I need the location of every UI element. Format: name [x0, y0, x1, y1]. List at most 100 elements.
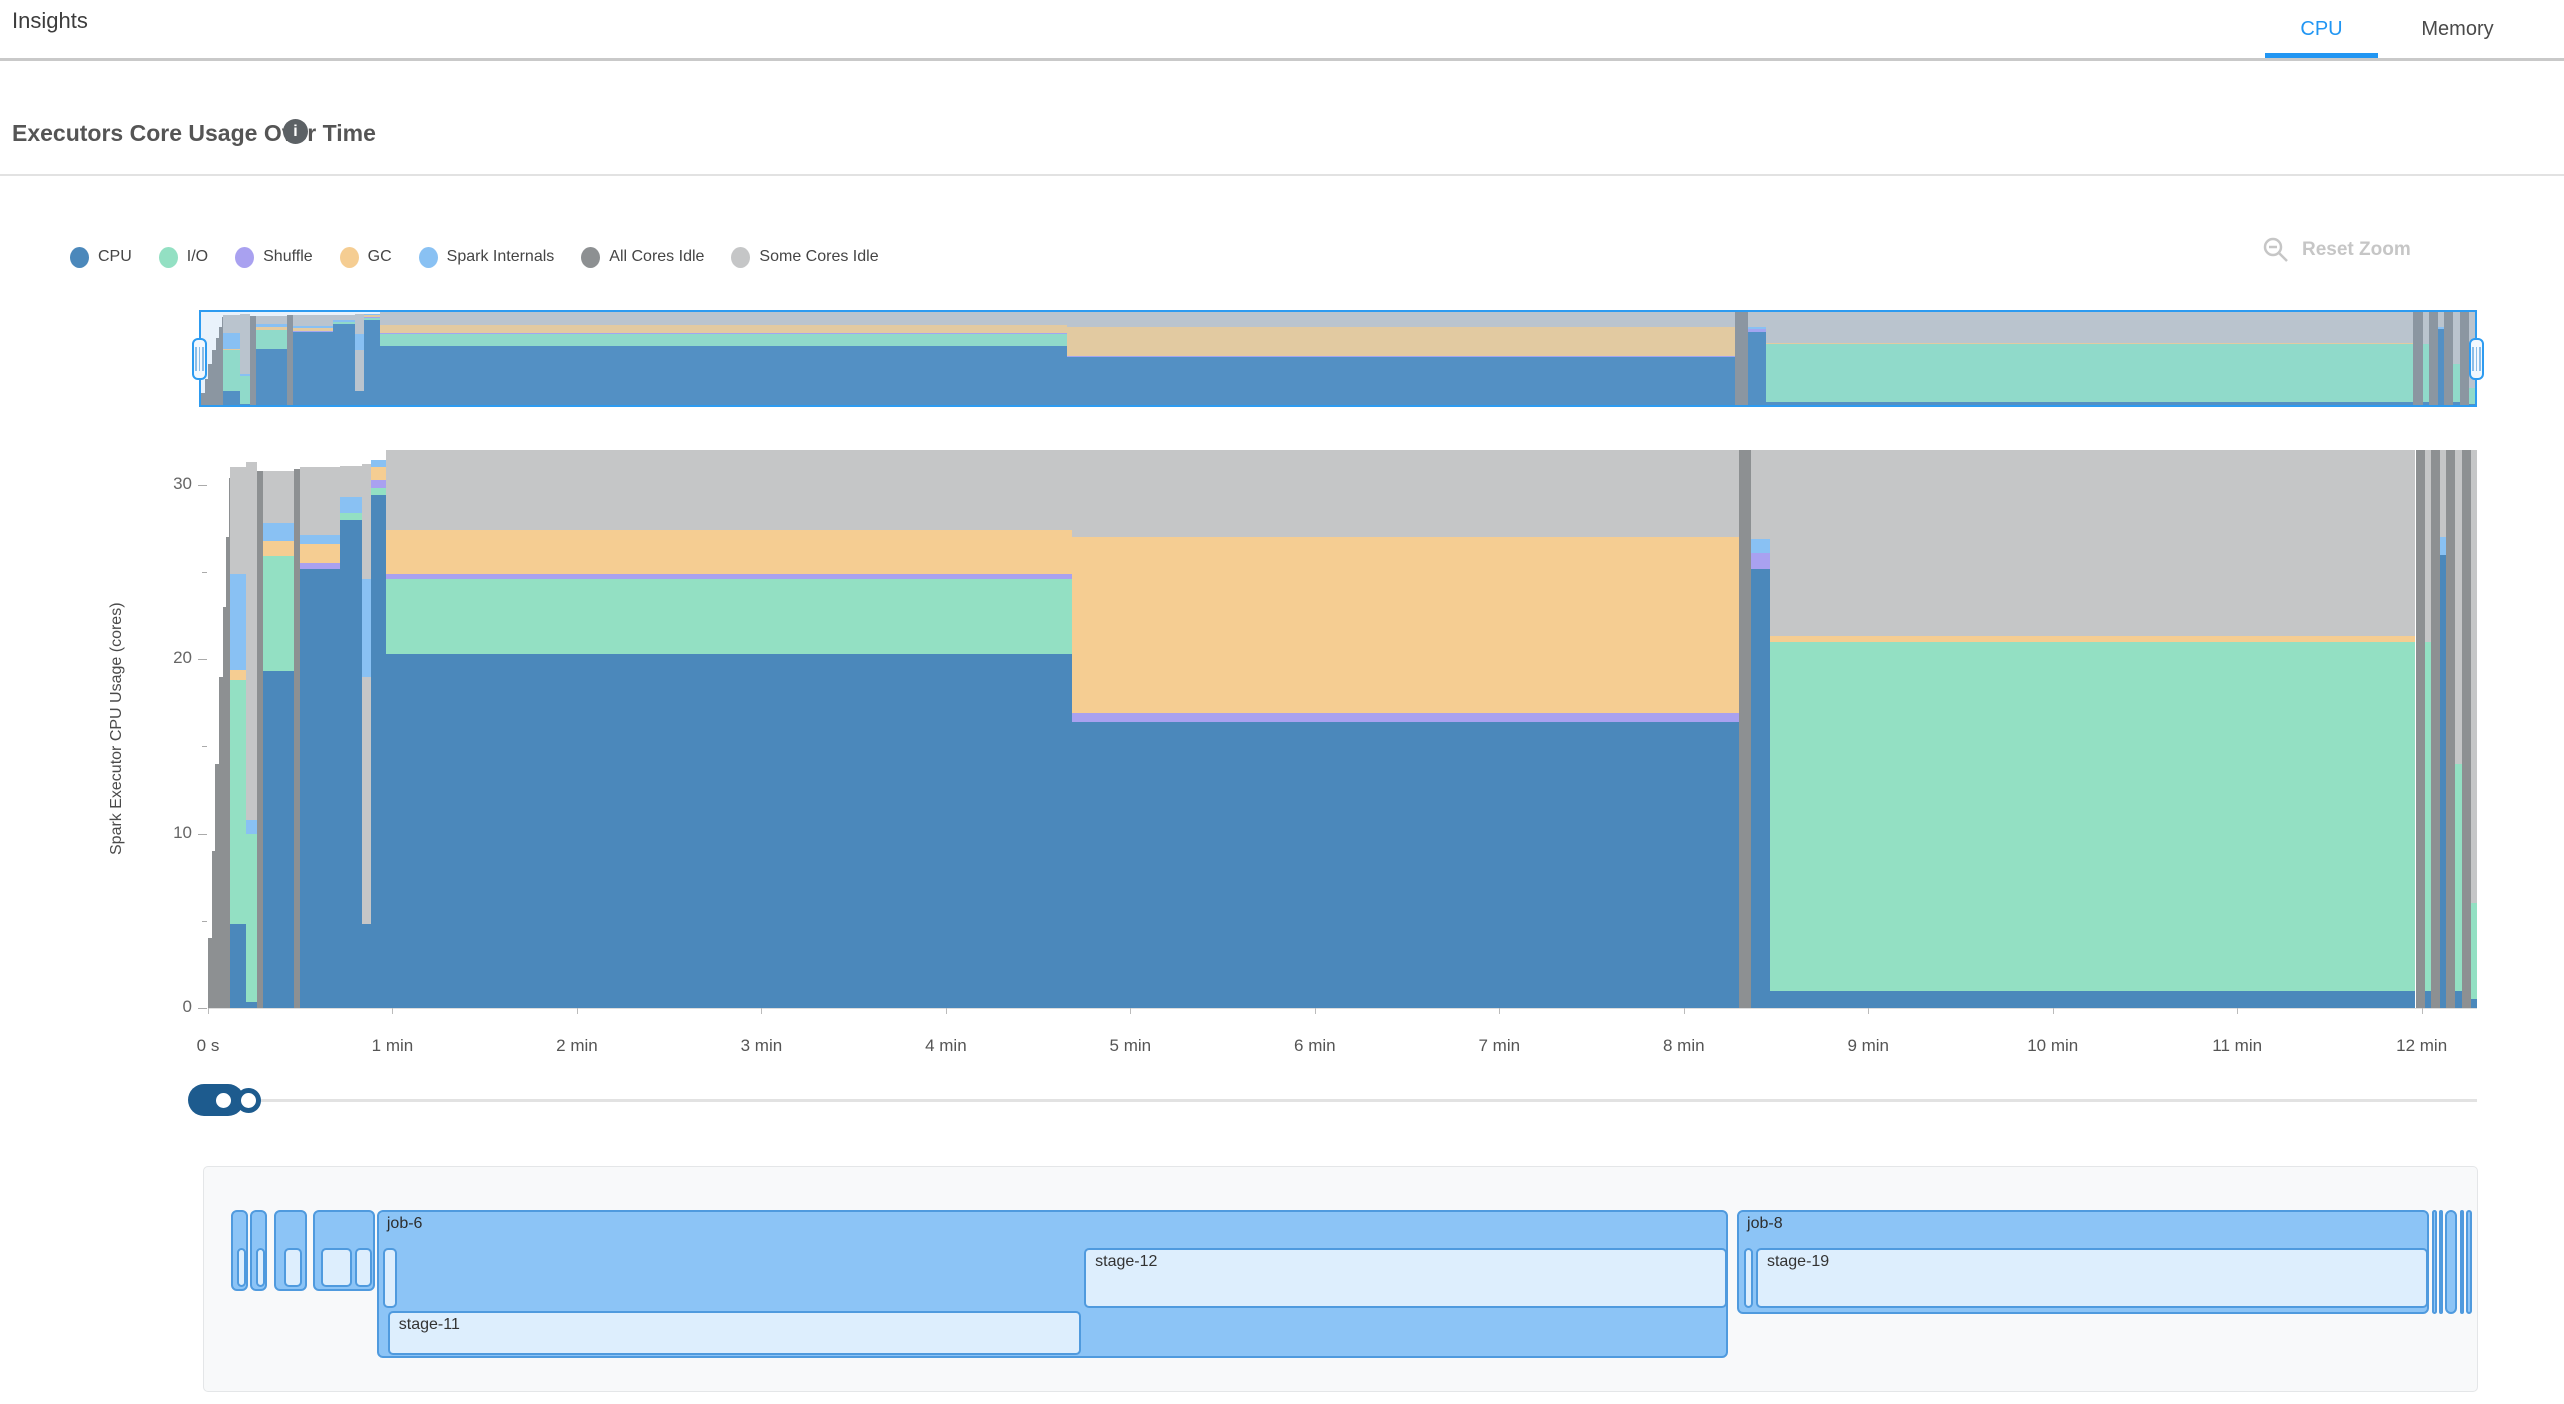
chart-segment-all_idle [2446, 450, 2455, 1008]
x-tick-mark [1684, 1008, 1685, 1014]
chart-segment-all_idle [2416, 450, 2425, 1008]
brush-selection[interactable] [201, 312, 2475, 405]
page: Insights CPU Memory Executors Core Usage… [0, 0, 2564, 1404]
x-tick-label: 10 min [2027, 1036, 2078, 1056]
x-tick-label: 6 min [1294, 1036, 1336, 1056]
stage-bar[interactable] [1744, 1248, 1753, 1308]
reset-zoom-button[interactable]: Reset Zoom [2262, 236, 2411, 264]
zoom-out-icon [2262, 236, 2290, 264]
chart-segment-all_idle [1739, 450, 1751, 1008]
x-tick-label: 8 min [1663, 1036, 1705, 1056]
stage-bar[interactable] [383, 1248, 397, 1308]
chart-segment-io [1770, 642, 2416, 991]
y-tick-label: 30 [152, 474, 192, 494]
time-slider-track[interactable] [208, 1099, 2477, 1102]
y-axis-title: Spark Executor CPU Usage (cores) [104, 450, 130, 1008]
job-bar[interactable] [2432, 1210, 2437, 1314]
job-bar[interactable] [2466, 1210, 2472, 1314]
stage-bar[interactable] [284, 1248, 302, 1287]
legend-item-all_idle[interactable]: All Cores Idle [581, 247, 704, 268]
legend-item-shuffle[interactable]: Shuffle [235, 247, 313, 268]
stage-label: stage-12 [1095, 1253, 1157, 1271]
stage-bar[interactable] [237, 1248, 246, 1287]
y-tick-mark [198, 659, 207, 660]
chart-segment-some_idle [1770, 450, 2416, 636]
legend-label-io: I/O [187, 248, 208, 266]
y-tick-label: 20 [152, 648, 192, 668]
brush-handle-left[interactable] [192, 338, 207, 380]
x-tick-label: 0 s [197, 1036, 220, 1056]
y-minor-tick-mark [202, 921, 207, 922]
stage-bar[interactable] [355, 1248, 372, 1287]
x-tick-label: 7 min [1479, 1036, 1521, 1056]
job-bar[interactable] [2460, 1210, 2464, 1314]
chart-segment-io [340, 513, 362, 520]
cpu-usage-chart[interactable] [208, 450, 2477, 1008]
job-bar[interactable] [313, 1210, 375, 1291]
brush-handle-right[interactable] [2469, 338, 2484, 380]
legend-dot-internals [419, 247, 438, 268]
info-icon[interactable]: i [283, 119, 308, 144]
x-tick-mark [208, 1008, 209, 1014]
chart-segment-shuffle [1751, 553, 1769, 569]
stage-label: stage-11 [399, 1316, 460, 1334]
job-bar[interactable] [2445, 1210, 2457, 1314]
legend-dot-some_idle [731, 247, 750, 268]
chart-segment-io [371, 488, 386, 495]
overview-brush-chart[interactable] [199, 310, 2477, 407]
chart-segment-shuffle [371, 480, 386, 489]
y-tick-label: 0 [152, 997, 192, 1017]
x-tick-mark [392, 1008, 393, 1014]
legend-item-io[interactable]: I/O [159, 247, 208, 268]
tab-memory[interactable]: Memory [2390, 12, 2525, 46]
chart-segment-some_idle [362, 464, 371, 579]
legend-dot-all_idle [581, 247, 600, 268]
chart-segment-internals [263, 523, 294, 540]
chart-segment-gc [371, 467, 386, 479]
chart-segment-shuffle [1072, 713, 1739, 722]
chart-segment-some_idle [386, 450, 1072, 530]
legend-item-internals[interactable]: Spark Internals [419, 247, 555, 268]
stage-bar-stage-19[interactable]: stage-19 [1756, 1248, 2428, 1308]
job-bar-job-8[interactable]: job-8 stage-19 [1737, 1210, 2429, 1314]
stage-bar-stage-11[interactable]: stage-11 [388, 1311, 1081, 1355]
y-minor-tick-mark [202, 746, 207, 747]
legend-item-some_idle[interactable]: Some Cores Idle [731, 247, 878, 268]
chart-segment-gc [1770, 636, 2416, 642]
chart-segment-cpu [371, 495, 386, 1008]
chart-segment-gc [386, 530, 1072, 574]
chart-segment-cpu [340, 520, 362, 1008]
section-title: Executors Core Usage Over Time [12, 120, 376, 147]
x-tick-mark [2422, 1008, 2423, 1014]
y-tick-mark [198, 485, 207, 486]
legend-label-internals: Spark Internals [447, 248, 555, 266]
chart-segment-cpu [1770, 991, 2416, 1008]
stage-bar-stage-12[interactable]: stage-12 [1084, 1248, 1727, 1308]
legend-dot-io [159, 247, 178, 268]
legend-item-cpu[interactable]: CPU [70, 247, 132, 268]
job-label: job-8 [1747, 1215, 1783, 1233]
job-bar[interactable] [231, 1210, 248, 1291]
legend-label-all_idle: All Cores Idle [609, 248, 704, 266]
x-tick-label: 2 min [556, 1036, 598, 1056]
stage-bar[interactable] [321, 1248, 352, 1287]
job-bar[interactable] [250, 1210, 267, 1291]
x-tick-label: 5 min [1110, 1036, 1152, 1056]
job-label: job-6 [387, 1215, 423, 1233]
chart-segment-cpu [2471, 999, 2477, 1008]
time-slider-handle-left[interactable] [211, 1088, 236, 1113]
legend-item-gc[interactable]: GC [340, 247, 392, 268]
chart-segment-cpu [386, 654, 1072, 1008]
time-slider-handle-right[interactable] [236, 1088, 261, 1113]
x-tick-label: 4 min [925, 1036, 967, 1056]
stage-bar[interactable] [256, 1248, 265, 1287]
chart-segment-internals [340, 497, 362, 513]
tab-cpu[interactable]: CPU [2265, 12, 2378, 46]
x-tick-mark [1130, 1008, 1131, 1014]
chart-segment-internals [230, 574, 246, 670]
legend-label-cpu: CPU [98, 248, 132, 266]
job-bar-job-6[interactable]: job-6 stage-12 stage-11 [377, 1210, 1728, 1358]
job-bar[interactable] [2439, 1210, 2443, 1314]
y-tick-label: 10 [152, 823, 192, 843]
job-bar[interactable] [274, 1210, 307, 1291]
